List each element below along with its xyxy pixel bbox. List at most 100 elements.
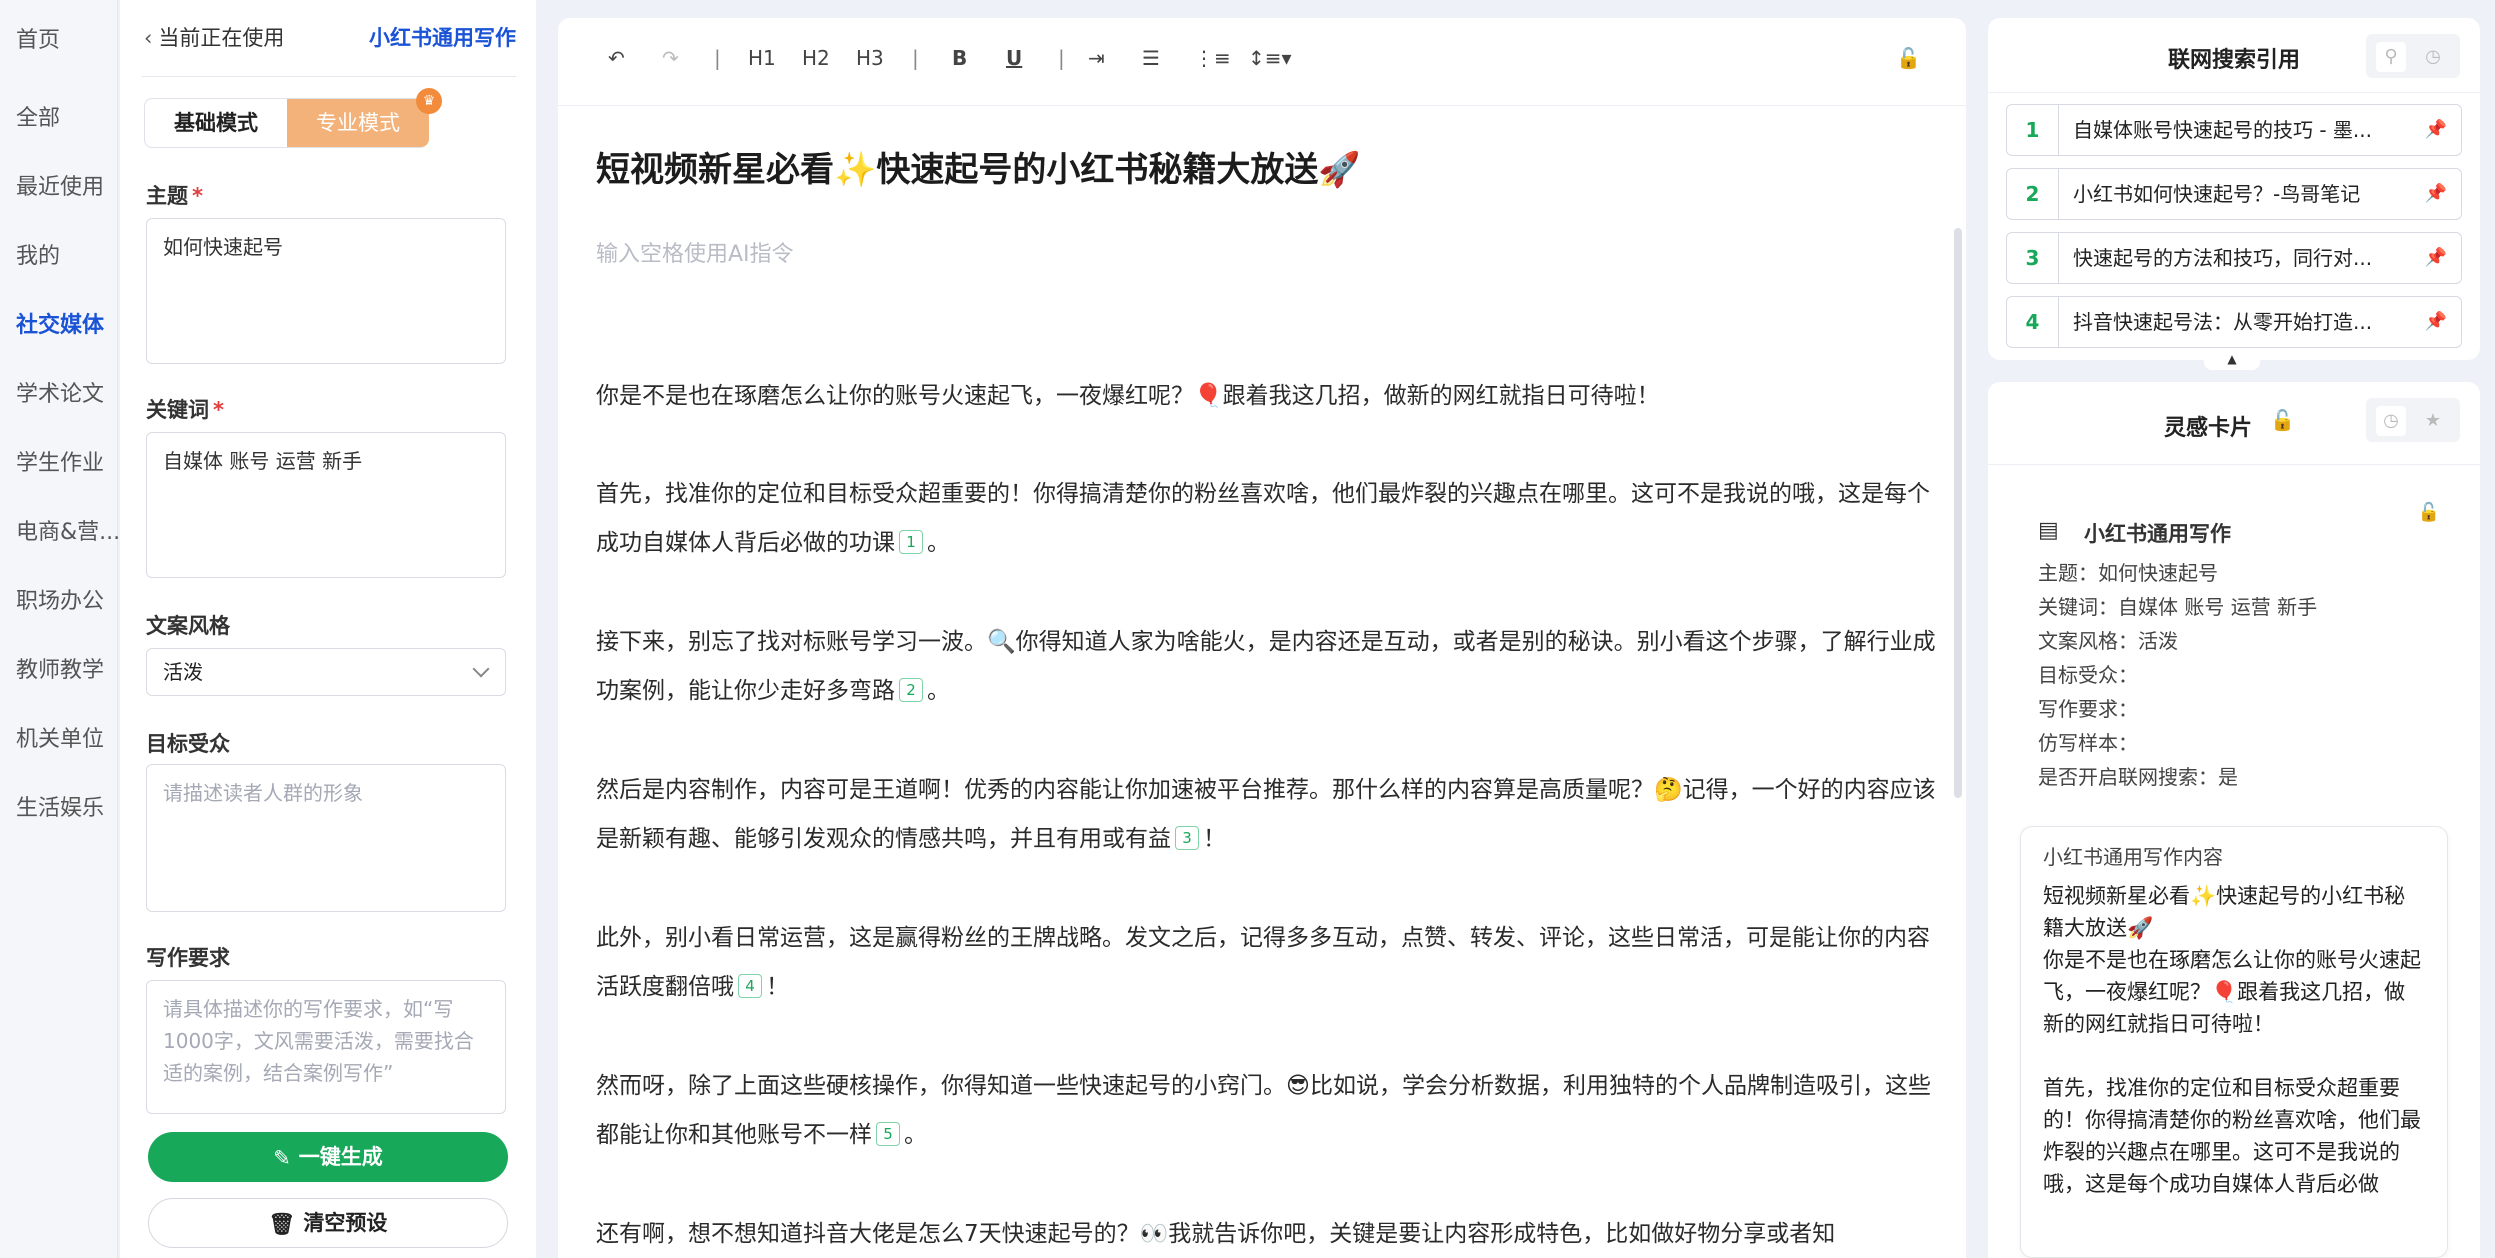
clear-preset-button[interactable]: 🗑 清空预设 xyxy=(148,1198,508,1248)
underline-button[interactable]: U xyxy=(1006,46,1022,70)
divider xyxy=(142,76,516,77)
settings-panel: ‹ 当前正在使用 小红书通用写作 基础模式 专业模式 ♛ 主题 * 如何快速起号 关… xyxy=(120,0,536,1258)
paragraph-tail: 。 xyxy=(927,530,950,556)
paragraph[interactable]: 然而呀，除了上面这些硬核操作，你得知道一些快速起号的小窍门。😎比如说，学会分析数… xyxy=(596,1062,1936,1160)
keyword-field[interactable]: 自媒体 账号 运营 新手 xyxy=(146,432,506,578)
ai-command-placeholder[interactable]: 输入空格使用AI指令 xyxy=(596,236,794,268)
paragraph[interactable]: 还有啊，想不想知道抖音大佬是怎么7天快速起号的？👀我就告诉你吧，关键是要让内容形… xyxy=(596,1210,1936,1258)
pin-icon[interactable]: ⚲ xyxy=(2376,42,2406,72)
document-title[interactable]: 短视频新星必看✨快速起号的小红书秘籍大放送🚀 xyxy=(596,142,1361,191)
unlock-icon[interactable]: 🔓 xyxy=(1896,46,1921,70)
nav-item-mine[interactable]: 我的 xyxy=(16,238,60,270)
preset-summary: ▤ 小红书通用写作 主题：如何快速起号 关键词：自媒体 账号 运营 新手 文案风… xyxy=(2038,518,2458,794)
summary-row-sample: 仿写样本： xyxy=(2038,731,2138,755)
requirement-field[interactable]: 请具体描述你的写作要求，如“写1000字，文风需要活泼，需要找合适的案例，结合案… xyxy=(146,980,506,1114)
indent-icon[interactable]: ⇥ xyxy=(1088,46,1105,70)
generate-button[interactable]: ✎ 一键生成 xyxy=(148,1132,508,1182)
nav-item-all[interactable]: 全部 xyxy=(16,100,60,132)
citation-badge[interactable]: 3 xyxy=(1175,826,1199,850)
inspiration-title: 灵感卡片 xyxy=(2164,416,2253,441)
generated-content-card[interactable]: 小红书通用写作内容 短视频新星必看✨快速起号的小红书秘籍大放送🚀 你是不是也在琢… xyxy=(2020,826,2448,1258)
back-label: 当前正在使用 xyxy=(158,26,285,50)
redo-icon[interactable]: ↷ xyxy=(662,46,679,70)
citation-badge[interactable]: 5 xyxy=(876,1122,900,1146)
reference-title: 自媒体账号快速起号的技巧 - 墨... xyxy=(2073,118,2373,142)
paragraph[interactable]: 首先，找准你的定位和目标受众超重要的！你得搞清楚你的粉丝喜欢啥，他们最炸裂的兴趣… xyxy=(596,470,1936,568)
reference-item[interactable]: 4 抖音快速起号法：从零开始打造... 📌 xyxy=(2006,296,2462,348)
summary-row-requirement: 写作要求： xyxy=(2038,697,2138,721)
nav-item-recent[interactable]: 最近使用 xyxy=(16,169,104,201)
chevron-down-icon xyxy=(472,660,490,678)
nav-item-teaching[interactable]: 教师教学 xyxy=(16,652,104,684)
nav-item-office[interactable]: 职场办公 xyxy=(16,583,104,615)
references-header-actions: ⚲ ◷ xyxy=(2366,34,2460,78)
toolbar-separator: | xyxy=(714,46,721,70)
nav-item-academic[interactable]: 学术论文 xyxy=(16,376,104,408)
paragraph[interactable]: 你是不是也在琢磨怎么让你的账号火速起飞，一夜爆红呢？🎈跟着我这几招，做新的网红就… xyxy=(596,372,1936,421)
star-icon[interactable]: ★ xyxy=(2418,406,2448,436)
trash-icon: 🗑 xyxy=(268,1212,296,1236)
nav-item-lifestyle[interactable]: 生活娱乐 xyxy=(16,790,104,822)
paragraph[interactable]: 此外，别小看日常运营，这是赢得粉丝的王牌战略。发文之后，记得多多互动，点赞、转发… xyxy=(596,914,1936,1012)
editor-scrollbar[interactable] xyxy=(1954,228,1962,798)
ordered-list-icon[interactable]: ⋮≡ xyxy=(1194,46,1231,70)
paragraph-text: 还有啊，想不想知道抖音大佬是怎么7天快速起号的？👀我就告诉你吧，关键是要让内容形… xyxy=(596,1221,1836,1247)
clear-button-label: 清空预设 xyxy=(303,1211,388,1235)
pin-icon[interactable]: 📌 xyxy=(2425,183,2447,204)
keyword-label-text: 关键词 xyxy=(146,398,209,422)
reference-item[interactable]: 1 自媒体账号快速起号的技巧 - 墨... 📌 xyxy=(2006,104,2462,156)
summary-row-topic: 主题：如何快速起号 xyxy=(2038,561,2218,585)
heading2-button[interactable]: H2 xyxy=(802,46,830,70)
inspiration-card-panel: 灵感卡片 🔓 ◷ ★ 🔓 ▤ 小红书通用写作 主题：如何快速起号 关键词：自媒体… xyxy=(1988,382,2480,1258)
bullet-list-icon[interactable]: ☰ xyxy=(1142,46,1160,70)
citation-badge[interactable]: 4 xyxy=(738,974,762,998)
paragraph[interactable]: 接下来，别忘了找对标账号学习一波。🔍你得知道人家为啥能火，是内容还是互动，或者是… xyxy=(596,618,1936,716)
toolbar-separator: | xyxy=(912,46,919,70)
unlock-icon[interactable]: 🔓 xyxy=(2270,408,2295,432)
paragraph-text: 首先，找准你的定位和目标受众超重要的！你得搞清楚你的粉丝喜欢啥，他们最炸裂的兴趣… xyxy=(596,481,1930,556)
topic-field[interactable]: 如何快速起号 xyxy=(146,218,506,364)
template-name-link[interactable]: 小红书通用写作 xyxy=(369,22,516,52)
audience-label: 目标受众 xyxy=(146,732,230,756)
nav-item-homework[interactable]: 学生作业 xyxy=(16,445,104,477)
citation-badge[interactable]: 1 xyxy=(899,530,923,554)
paragraph[interactable]: 然后是内容制作，内容可是王道啊！优秀的内容能让你加速被平台推荐。那什么样的内容算… xyxy=(596,766,1936,864)
back-button[interactable]: ‹ 当前正在使用 xyxy=(144,22,284,52)
history-icon[interactable]: ◷ xyxy=(2376,406,2406,436)
collapse-references-button[interactable]: ▲ xyxy=(2204,350,2260,370)
reference-item[interactable]: 3 快速起号的方法和技巧，同行对... 📌 xyxy=(2006,232,2462,284)
pin-icon[interactable]: 📌 xyxy=(2425,119,2447,140)
pro-mode-button[interactable]: 专业模式 xyxy=(287,99,429,147)
heading1-button[interactable]: H1 xyxy=(748,46,776,70)
content-card-body: 短视频新星必看✨快速起号的小红书秘籍大放送🚀 你是不是也在琢磨怎么让你的账号火速… xyxy=(2043,884,2421,1196)
summary-row-audience: 目标受众： xyxy=(2038,663,2138,687)
category-nav: 首页 全部 最近使用 我的 社交媒体 学术论文 学生作业 电商&营... 职场办… xyxy=(0,0,120,1258)
audience-field[interactable]: 请描述读者人群的形象 xyxy=(146,764,506,912)
style-select[interactable]: 活泼 xyxy=(146,648,506,696)
topic-label-text: 主题 xyxy=(146,184,188,208)
nav-item-social-media[interactable]: 社交媒体 xyxy=(16,307,104,339)
paragraph-tail: ！ xyxy=(766,974,789,1000)
inspiration-header-actions: ◷ ★ xyxy=(2366,398,2460,442)
generate-button-label: 一键生成 xyxy=(298,1145,383,1169)
citation-badge[interactable]: 2 xyxy=(899,678,923,702)
bold-button[interactable]: B xyxy=(952,46,967,70)
reference-item[interactable]: 2 小红书如何快速起号？-鸟哥笔记 📌 xyxy=(2006,168,2462,220)
pin-icon[interactable]: 📌 xyxy=(2425,311,2447,332)
reference-number: 1 xyxy=(2007,105,2059,155)
topic-label: 主题 * xyxy=(146,180,203,210)
summary-header: ▤ 小红书通用写作 xyxy=(2038,518,2458,548)
nav-item-government[interactable]: 机关单位 xyxy=(16,721,104,753)
heading3-button[interactable]: H3 xyxy=(856,46,884,70)
undo-icon[interactable]: ↶ xyxy=(608,46,625,70)
reference-title: 抖音快速起号法：从零开始打造... xyxy=(2073,310,2373,334)
nav-item-home[interactable]: 首页 xyxy=(16,22,60,54)
pin-icon[interactable]: 📌 xyxy=(2425,247,2447,268)
line-spacing-icon[interactable]: ↕≡▾ xyxy=(1248,46,1292,70)
nav-item-ecommerce[interactable]: 电商&营... xyxy=(16,514,120,546)
basic-mode-button[interactable]: 基础模式 xyxy=(145,99,287,147)
crown-icon: ♛ xyxy=(416,88,442,114)
reference-number: 4 xyxy=(2007,297,2059,347)
mode-switch: 基础模式 专业模式 xyxy=(144,98,429,148)
history-icon[interactable]: ◷ xyxy=(2418,42,2448,72)
